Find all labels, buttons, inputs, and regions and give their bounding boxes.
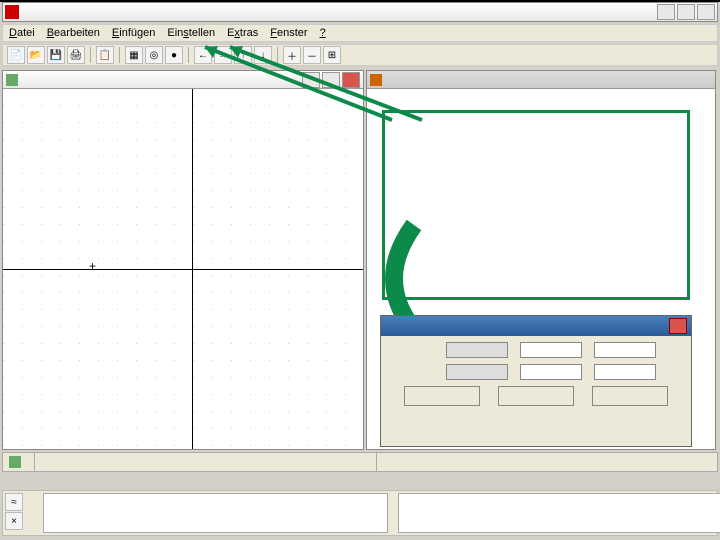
menu-datei[interactable]: Datei — [3, 27, 41, 39]
graph-max-button[interactable] — [322, 72, 340, 88]
graph-canvas[interactable]: + — [3, 89, 363, 449]
zoom-out-icon[interactable]: － — [303, 46, 321, 64]
symbol-palette — [398, 493, 720, 533]
statusbar — [2, 452, 718, 472]
greek-palette — [43, 493, 388, 533]
bottom-bar: ≈ × — [2, 490, 718, 536]
x-ticks — [3, 272, 363, 286]
main-titlebar — [2, 2, 718, 22]
open-icon[interactable]: 📂 — [27, 46, 45, 64]
center-icon[interactable]: ◎ — [145, 46, 163, 64]
zoom-in-icon[interactable]: ＋ — [283, 46, 301, 64]
maximize-button[interactable] — [677, 4, 695, 20]
reset-button[interactable] — [592, 386, 668, 406]
x-axis — [3, 269, 363, 270]
graph-window-icon — [6, 74, 18, 86]
range-dialog — [380, 315, 692, 447]
vertical-intervals-input[interactable] — [594, 364, 656, 380]
callout-box — [382, 110, 690, 300]
origin-icon[interactable]: ● — [165, 46, 183, 64]
dialog-close-button[interactable] — [669, 318, 687, 334]
dialog-titlebar[interactable] — [381, 316, 691, 336]
menu-bearbeiten[interactable]: Bearbeiten — [41, 27, 106, 39]
arrow-right-icon[interactable]: → — [214, 46, 232, 64]
arrow-up-icon[interactable]: ↑ — [234, 46, 252, 64]
y-axis — [192, 89, 193, 449]
menu-einstellen[interactable]: Einstellen — [161, 27, 221, 39]
trace-icon[interactable]: ▦ — [125, 46, 143, 64]
new-icon[interactable]: 📄 — [7, 46, 25, 64]
graph-close-button[interactable] — [342, 72, 360, 88]
vertical-max-input[interactable] — [520, 364, 582, 380]
arrow-down-icon[interactable]: ↓ — [254, 46, 272, 64]
horizontal-min-input[interactable] — [446, 342, 508, 358]
menu-help[interactable]: ? — [314, 27, 332, 39]
menu-fenster[interactable]: Fenster — [264, 27, 313, 39]
copy-icon[interactable]: 📋 — [96, 46, 114, 64]
graph-min-button[interactable] — [302, 72, 320, 88]
crosshair-icon: + — [89, 259, 96, 273]
ok-button[interactable] — [404, 386, 480, 406]
menubar: Datei Bearbeiten Einfügen Einstellen Ext… — [2, 24, 718, 42]
graph-window: + — [2, 70, 364, 450]
y-ticks — [195, 89, 219, 449]
print-icon[interactable]: 🖨 — [67, 46, 85, 64]
algebra-titlebar[interactable] — [367, 71, 715, 89]
horizontal-intervals-input[interactable] — [594, 342, 656, 358]
tool-b-icon[interactable]: × — [5, 512, 23, 530]
app-icon — [5, 5, 19, 19]
arrow-left-icon[interactable]: ← — [194, 46, 212, 64]
menu-einfuegen[interactable]: Einfügen — [106, 27, 161, 39]
zoom-box-icon[interactable]: ⊞ — [323, 46, 341, 64]
toolbar: 📄 📂 💾 🖨 📋 ▦ ◎ ● ← → ↑ ↓ ＋ － ⊞ — [2, 44, 718, 66]
minimize-button[interactable] — [657, 4, 675, 20]
graph-titlebar[interactable] — [3, 71, 363, 89]
save-icon[interactable]: 💾 — [47, 46, 65, 64]
cancel-button[interactable] — [498, 386, 574, 406]
vertical-min-input[interactable] — [446, 364, 508, 380]
horizontal-max-input[interactable] — [520, 342, 582, 358]
menu-extras[interactable]: Extras — [221, 27, 264, 39]
cross-icon — [9, 456, 21, 468]
close-button[interactable] — [697, 4, 715, 20]
bottom-tools: ≈ × — [5, 493, 41, 533]
algebra-window-icon — [370, 74, 382, 86]
tool-a-icon[interactable]: ≈ — [5, 493, 23, 511]
